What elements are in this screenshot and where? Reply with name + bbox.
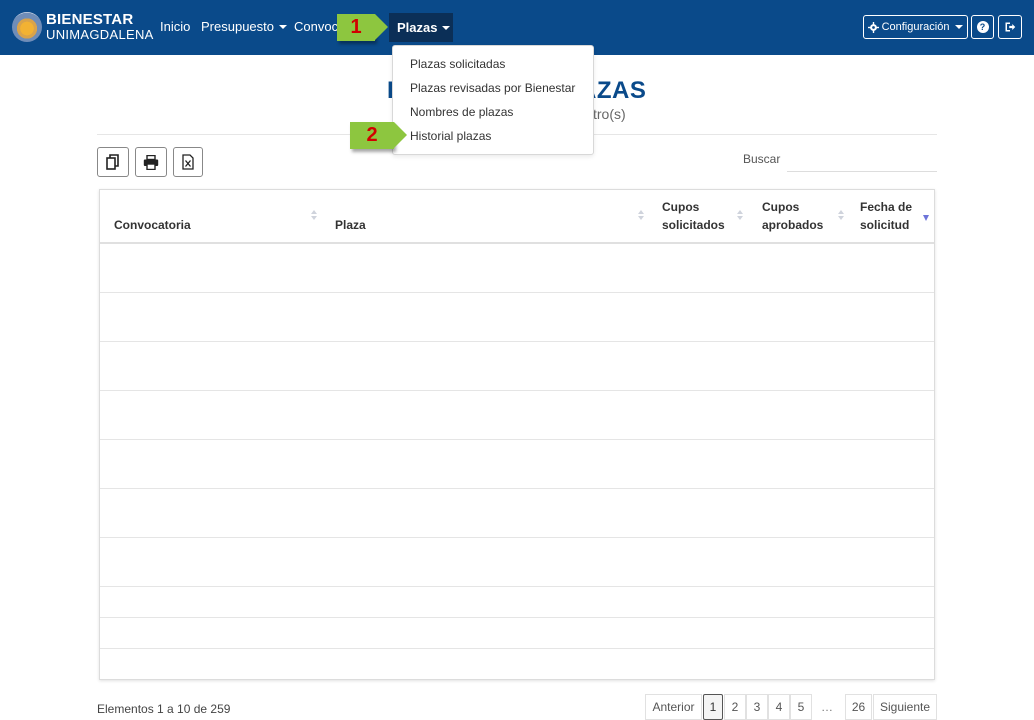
column-header-line: solicitud (860, 218, 910, 232)
column-header-plaza[interactable]: Plaza (335, 216, 366, 234)
step-2-callout: 2 (350, 122, 407, 149)
print-icon (143, 154, 159, 170)
menu-item-plazas-solicitadas[interactable]: Plazas solicitadas (410, 57, 505, 71)
table-row (100, 586, 934, 587)
nav-presupuesto[interactable]: Presupuesto (201, 19, 287, 34)
table-row (100, 341, 934, 342)
pagination-page-5[interactable]: 5 (790, 694, 812, 720)
sort-icon[interactable] (311, 210, 317, 220)
sort-icon[interactable] (638, 210, 644, 220)
gear-icon (867, 21, 879, 33)
search-label: Buscar (743, 152, 781, 166)
column-header-line: solicitados (662, 218, 725, 232)
chevron-down-icon (955, 25, 964, 29)
table-row (100, 648, 934, 649)
chevron-down-icon (279, 25, 287, 29)
pagination-page-2[interactable]: 2 (724, 694, 746, 720)
excel-export-button[interactable] (173, 147, 203, 177)
help-button[interactable]: ? (971, 15, 994, 39)
table-info: Elementos 1 a 10 de 259 (97, 702, 231, 716)
excel-icon (182, 154, 194, 170)
column-header-line: Cupos (662, 200, 700, 214)
pagination-page-1[interactable]: 1 (703, 694, 723, 720)
sign-out-icon (1005, 22, 1016, 32)
logout-button[interactable] (998, 15, 1022, 39)
nav-plazas-label: Plazas (397, 20, 438, 35)
column-header-line: Cupos (762, 200, 800, 214)
pagination-page-4[interactable]: 4 (768, 694, 790, 720)
pagination-previous[interactable]: Anterior (645, 694, 702, 720)
copy-icon (106, 154, 119, 170)
brand-title: BIENESTAR (46, 11, 134, 28)
pagination-page-26[interactable]: 26 (845, 694, 872, 720)
pagination-next[interactable]: Siguiente (873, 694, 937, 720)
table-row (100, 390, 934, 391)
column-header-line: Fecha de (860, 200, 913, 214)
question-circle-icon: ? (976, 21, 989, 33)
copy-button[interactable] (97, 147, 129, 177)
plazas-dropdown-menu: Plazas solicitadas Plazas revisadas por … (392, 45, 594, 155)
brand[interactable]: BIENESTAR UNIMAGDALENA (12, 9, 154, 45)
column-header-cupos-solicitados[interactable]: Cupos solicitados (662, 198, 725, 234)
column-header-fecha-solicitud[interactable]: Fecha de solicitud (860, 198, 912, 234)
sort-icon[interactable] (838, 210, 844, 220)
table-row (100, 537, 934, 538)
plazas-table: Convocatoria Plaza Cupos solicitados Cup… (99, 189, 935, 680)
column-header-line: aprobados (762, 218, 824, 232)
brand-subtitle: UNIMAGDALENA (46, 27, 154, 42)
university-logo-icon (12, 12, 42, 42)
table-row (100, 488, 934, 489)
config-button[interactable]: Configuración (863, 15, 968, 39)
search-input[interactable] (787, 146, 937, 172)
menu-item-plazas-revisadas[interactable]: Plazas revisadas por Bienestar (410, 81, 575, 95)
table-row (100, 439, 934, 440)
nav-plazas[interactable]: Plazas (389, 13, 453, 42)
config-label: Configuración (881, 21, 950, 33)
column-header-convocatoria[interactable]: Convocatoria (114, 216, 191, 234)
print-button[interactable] (135, 147, 167, 177)
pagination-ellipsis: … (812, 694, 842, 720)
sort-descending-icon[interactable] (923, 215, 929, 221)
chevron-down-icon (442, 26, 451, 30)
nav-presupuesto-label: Presupuesto (201, 19, 274, 34)
table-header-divider (100, 242, 934, 244)
sort-icon[interactable] (737, 210, 743, 220)
menu-item-historial-plazas[interactable]: Historial plazas (410, 129, 491, 143)
nav-inicio[interactable]: Inicio (160, 19, 190, 34)
table-row (100, 617, 934, 618)
menu-item-nombres-plazas[interactable]: Nombres de plazas (410, 105, 513, 119)
column-header-cupos-aprobados[interactable]: Cupos aprobados (762, 198, 823, 234)
pagination-page-3[interactable]: 3 (746, 694, 768, 720)
step-1-callout: 1 (337, 14, 388, 41)
table-row (100, 292, 934, 293)
